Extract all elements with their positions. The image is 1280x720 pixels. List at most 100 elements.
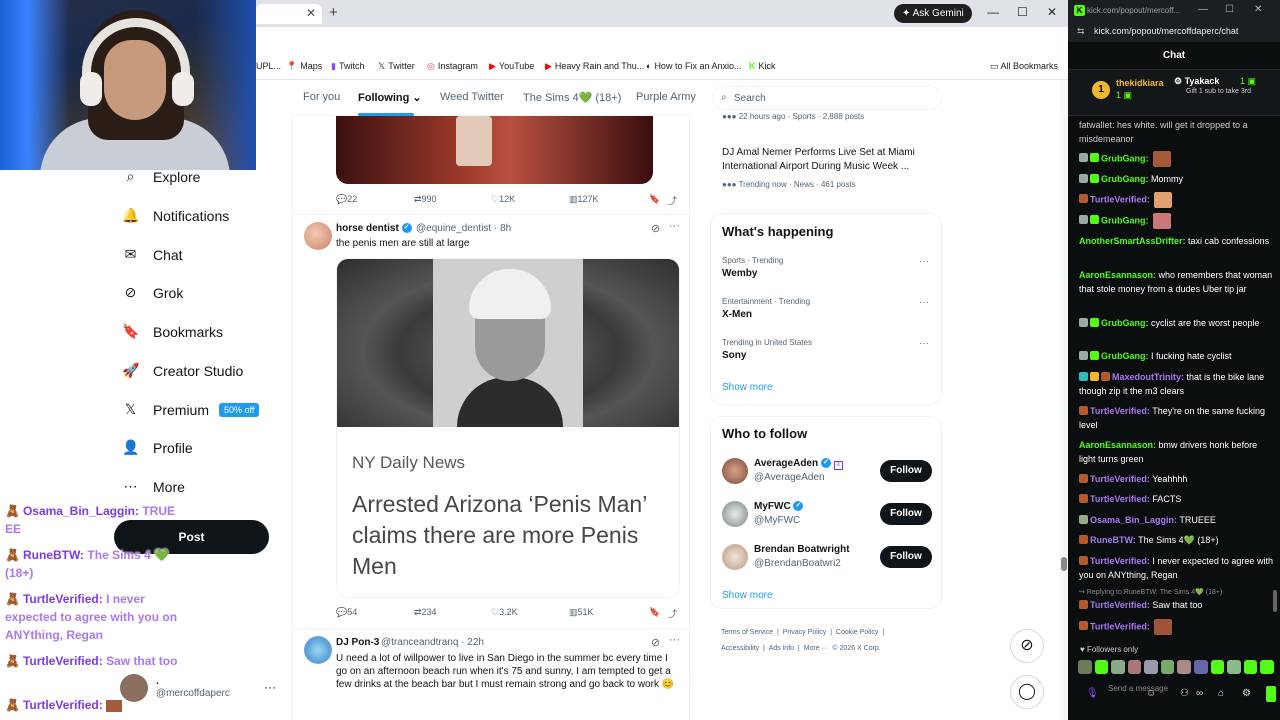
like-button[interactable]: ♡ 12K: [491, 194, 515, 205]
nav-chat[interactable]: ✉ Chat: [122, 246, 183, 263]
like-button[interactable]: ♡ 3.2K: [491, 607, 518, 618]
avatar[interactable]: [722, 458, 748, 484]
chat-user[interactable]: TurtleVerified:: [1090, 600, 1150, 610]
more-icon[interactable]: ···: [919, 338, 929, 349]
tweet-media[interactable]: [336, 116, 653, 184]
new-tab-button[interactable]: +: [329, 4, 338, 21]
gear-icon[interactable]: ⚙: [1242, 688, 1251, 699]
chat-input[interactable]: Send a message: [1108, 684, 1228, 706]
browser-tab[interactable]: ✕: [256, 4, 322, 24]
emote-icon[interactable]: [1144, 660, 1158, 674]
footer-terms[interactable]: Terms of Service: [721, 629, 773, 636]
grok-icon[interactable]: ⊘: [651, 636, 660, 649]
bookmark-item[interactable]: 𝕏 Twitter: [378, 61, 415, 72]
top-gifter-name[interactable]: thekidkiara: [1116, 78, 1164, 88]
chat-user[interactable]: AaronEsannason:: [1079, 440, 1156, 450]
footer-more[interactable]: More ···: [804, 645, 829, 652]
follow-button[interactable]: Follow: [880, 503, 932, 525]
reply-button[interactable]: 💬 22: [336, 194, 357, 205]
grok-fab[interactable]: ⊘: [1010, 629, 1044, 663]
emote-icon[interactable]: [1194, 660, 1208, 674]
all-bookmarks[interactable]: ▭ All Bookmarks: [990, 61, 1058, 72]
tab-weed-twitter[interactable]: Weed Twitter: [440, 91, 504, 103]
bookmark-item[interactable]: ▶ Heavy Rain and Thu...: [545, 61, 644, 72]
maximize-icon[interactable]: ☐: [1017, 5, 1028, 19]
retweet-button[interactable]: ⇄ 990: [414, 194, 437, 205]
more-icon[interactable]: ···: [264, 680, 276, 694]
chat-user[interactable]: TurtleVerified:: [1090, 621, 1150, 631]
send-button[interactable]: [1266, 686, 1276, 702]
footer-cookie[interactable]: Cookie Policy: [836, 629, 878, 636]
trend-item[interactable]: Wemby: [722, 267, 757, 281]
scrollbar-thumb[interactable]: [1273, 590, 1277, 612]
grok-icon[interactable]: ⊘: [651, 222, 660, 235]
chat-user[interactable]: MaxedoutTrinity:: [1112, 372, 1184, 382]
chat-fab[interactable]: ◯: [1010, 675, 1044, 709]
emote-icon[interactable]: [1243, 660, 1258, 674]
chat-user[interactable]: TurtleVerified:: [1090, 474, 1150, 484]
tab-purple-army[interactable]: Purple Army: [636, 91, 696, 103]
store-icon[interactable]: ⌂: [1218, 688, 1224, 699]
chat-user[interactable]: TurtleVerified:: [1090, 494, 1150, 504]
close-window-icon[interactable]: ✕: [1254, 4, 1262, 15]
emote-icon[interactable]: [1127, 660, 1142, 674]
more-icon[interactable]: ···: [669, 220, 680, 232]
tweet-author[interactable]: DJ Pon-3: [336, 637, 379, 648]
bookmark-item[interactable]: K Kick: [749, 61, 776, 71]
avatar[interactable]: [304, 222, 332, 250]
nav-more[interactable]: ⋯ More: [122, 478, 185, 495]
chat-user[interactable]: GrubGang:: [1101, 215, 1149, 225]
tweet-handle[interactable]: @tranceandtranq · 22h: [381, 637, 484, 648]
chat-user[interactable]: TurtleVerified:: [1090, 556, 1150, 566]
close-tab-icon[interactable]: ✕: [306, 6, 316, 20]
tweet-author[interactable]: horse dentist ✓: [336, 223, 412, 234]
ask-gemini-button[interactable]: ✦ Ask Gemini: [894, 4, 972, 23]
nav-creator-studio[interactable]: 🚀 Creator Studio: [122, 362, 243, 379]
nav-grok[interactable]: ⊘ Grok: [122, 284, 184, 301]
tab-sims4[interactable]: The Sims 4💚 (18+): [523, 91, 621, 104]
emote-icon[interactable]: [1210, 660, 1225, 674]
nav-profile[interactable]: 👤 Profile: [122, 439, 193, 456]
footer-privacy[interactable]: Privacy Policy: [783, 629, 827, 636]
bookmark-icon[interactable]: 🔖: [649, 194, 660, 205]
mic-icon[interactable]: 🎙: [1086, 688, 1099, 699]
bookmark-item[interactable]: UPL...: [256, 61, 281, 71]
chat-user[interactable]: GrubGang:: [1101, 153, 1149, 163]
emote-icon[interactable]: [1078, 660, 1092, 674]
bookmark-item[interactable]: ◐ How to Fix an Anxio...: [646, 61, 741, 71]
emote-icon[interactable]: [1177, 660, 1192, 674]
chat-user[interactable]: AaronEsannason:: [1079, 270, 1156, 280]
chat-user[interactable]: RuneBTW:: [1090, 535, 1136, 545]
chat-user[interactable]: TurtleVerified:: [1090, 406, 1150, 416]
emoji-icon[interactable]: ☺: [1146, 688, 1156, 699]
nav-premium[interactable]: 𝕏 Premium 50% off: [122, 401, 260, 418]
nav-notifications[interactable]: 🔔 Notifications: [122, 207, 229, 224]
close-window-icon[interactable]: ✕: [1047, 5, 1057, 19]
follow-button[interactable]: Follow: [880, 546, 932, 568]
tab-following[interactable]: Following ⌄: [358, 91, 422, 104]
nav-bookmarks[interactable]: 🔖 Bookmarks: [122, 323, 223, 340]
follow-button[interactable]: Follow: [880, 460, 932, 482]
chat-user[interactable]: GrubGang:: [1101, 318, 1149, 328]
follow-name[interactable]: Brendan Boatwright: [754, 544, 850, 555]
show-more-link[interactable]: Show more: [722, 382, 773, 393]
retweet-button[interactable]: ⇄ 234: [414, 607, 437, 618]
chat-user[interactable]: Osama_Bin_Laggin:: [1090, 515, 1177, 525]
bookmark-item[interactable]: ▶ YouTube: [489, 61, 534, 72]
trend-item[interactable]: Sony: [722, 349, 746, 363]
more-icon[interactable]: ···: [919, 256, 929, 267]
footer-ads[interactable]: Ads info: [769, 645, 794, 652]
chat-user[interactable]: TurtleVerified:: [1090, 194, 1150, 204]
views-button[interactable]: ▥ 127K: [569, 194, 599, 205]
minimize-icon[interactable]: —: [987, 5, 999, 19]
emote-icon[interactable]: [1260, 660, 1274, 674]
people-icon[interactable]: ⚇: [1180, 688, 1189, 699]
chat-user[interactable]: GrubGang:: [1101, 351, 1149, 361]
emote-icon[interactable]: [1160, 660, 1175, 674]
link-card[interactable]: NY Daily News Arrested Arizona ‘Penis Ma…: [336, 258, 680, 598]
bookmark-icon[interactable]: 🔖: [649, 607, 660, 618]
show-more-link[interactable]: Show more: [722, 590, 773, 601]
bookmark-item[interactable]: ◎ Instagram: [427, 61, 478, 72]
minimize-icon[interactable]: —: [1198, 4, 1208, 15]
tab-for-you[interactable]: For you: [303, 91, 340, 103]
